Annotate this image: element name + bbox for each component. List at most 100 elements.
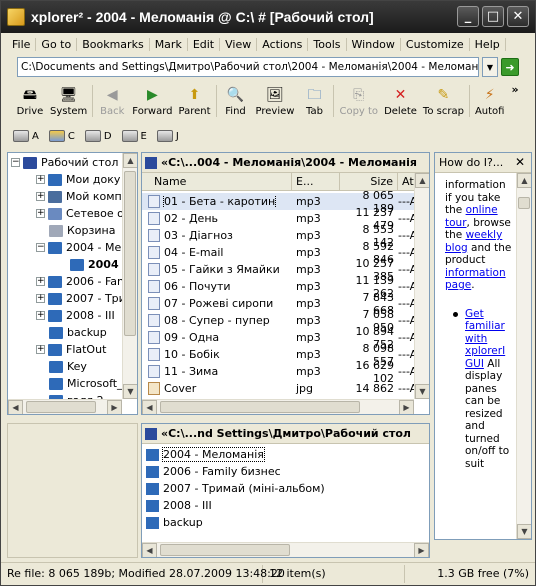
tree-item[interactable]: + 2006 - Fan	[36, 273, 124, 290]
drive-j-button[interactable]: J	[156, 130, 179, 142]
expand-icon[interactable]: +	[36, 192, 45, 201]
address-dropdown-icon[interactable]: ▼	[482, 57, 498, 77]
expand-icon[interactable]: +	[36, 311, 45, 320]
menu-bookmarks[interactable]: Bookmarks	[77, 37, 150, 51]
tab-button[interactable]: 🗀 Tab	[297, 83, 331, 117]
scroll-up-icon[interactable]: ▲	[415, 173, 429, 188]
autofilter-button[interactable]: ⚡ Autofi	[472, 83, 508, 117]
title-bar[interactable]: xplorer² - 2004 - Меломанія @ C:\ # [Раб…	[1, 1, 535, 33]
column-name[interactable]: Name	[142, 173, 292, 190]
scroll-thumb[interactable]	[518, 197, 530, 209]
expand-icon[interactable]: +	[36, 175, 45, 184]
toolbar-overflow-icon[interactable]: »	[511, 83, 518, 96]
menu-help[interactable]: Help	[470, 37, 506, 51]
collapse-icon[interactable]: −	[36, 243, 45, 252]
tree-item[interactable]: + FlatOut	[36, 341, 106, 358]
expand-icon[interactable]: +	[36, 294, 45, 303]
drive-d-button[interactable]: D	[84, 130, 112, 142]
menu-window[interactable]: Window	[347, 37, 401, 51]
address-input[interactable]: C:\Documents and Settings\Дмитро\Рабочий…	[17, 57, 479, 77]
status-free-space: 1.3 GB free (7%)	[437, 567, 529, 580]
second-pane-horizontal-scrollbar[interactable]: ◀ ▶	[142, 542, 429, 557]
file-row[interactable]: 11 - Зима mp3 16 629 102 ---A	[142, 359, 416, 385]
menu-file[interactable]: File	[7, 37, 37, 51]
find-button[interactable]: 🔍 Find	[219, 83, 253, 117]
tree-item[interactable]: + 2007 - Три	[36, 290, 126, 307]
menu-view[interactable]: View	[220, 37, 258, 51]
tree-item-desktop[interactable]: − Рабочий стол	[11, 154, 118, 171]
maximize-button[interactable]: □	[482, 6, 504, 27]
menu-tools[interactable]: Tools	[308, 37, 347, 51]
scroll-left-icon[interactable]: ◀	[8, 400, 23, 414]
menu-edit[interactable]: Edit	[188, 37, 221, 51]
scroll-down-icon[interactable]: ▼	[415, 384, 429, 399]
tree-item[interactable]: + Сетевое о	[36, 205, 124, 222]
delete-button[interactable]: ✕ Delete	[381, 83, 420, 117]
to-scrap-button[interactable]: ✎ To scrap	[420, 83, 467, 117]
tree-horizontal-scrollbar[interactable]: ◀ ▶	[8, 399, 122, 414]
help-vertical-scrollbar[interactable]: ▲ ▼	[516, 173, 531, 539]
tree-item[interactable]: Microsoft_	[49, 375, 123, 392]
drive-button[interactable]: 🖴 Drive	[13, 83, 47, 117]
folder-item[interactable]: 2006 - Family бизнес	[146, 463, 281, 480]
preview-button[interactable]: 🖼 Preview	[253, 83, 298, 117]
second-pane[interactable]: «C:\...nd Settings\Дмитро\Рабочий стол 2…	[141, 423, 430, 558]
drive-c-button[interactable]: C	[48, 130, 75, 142]
column-ext[interactable]: E...	[292, 173, 340, 190]
scroll-left-icon[interactable]: ◀	[142, 543, 157, 557]
tree-item[interactable]: + Мой комп	[36, 188, 122, 205]
menu-mark[interactable]: Mark	[150, 37, 188, 51]
scroll-right-icon[interactable]: ▶	[399, 400, 414, 414]
tree-vertical-scrollbar[interactable]: ▲ ▼	[122, 153, 137, 399]
tree-item[interactable]: Корзина	[49, 222, 115, 239]
back-button[interactable]: ◀ Back	[95, 83, 129, 117]
parent-button[interactable]: ⬆ Parent	[176, 83, 214, 117]
expand-icon[interactable]: +	[36, 345, 45, 354]
copy-to-button[interactable]: ⎘ Copy to	[336, 83, 381, 117]
column-size[interactable]: Size	[340, 173, 398, 190]
system-button[interactable]: 🖥 System	[47, 83, 90, 117]
tree-item[interactable]: + 2008 - III	[36, 307, 115, 324]
scroll-down-icon[interactable]: ▼	[517, 524, 531, 539]
forward-button[interactable]: ▶ Forward	[129, 83, 175, 117]
scroll-thumb[interactable]	[124, 171, 136, 336]
folder-item[interactable]: 2008 - III	[146, 497, 212, 514]
menu-go-to[interactable]: Go to	[36, 37, 78, 51]
tree-item[interactable]: − 2004 - Ме	[36, 239, 121, 256]
close-icon[interactable]: ✕	[515, 155, 525, 169]
close-button[interactable]: ✕	[507, 6, 529, 27]
scroll-thumb[interactable]	[26, 401, 96, 413]
help-header: How do I?... ✕	[435, 153, 531, 173]
file-list-pane[interactable]: «C:\...004 - Меломанія\2004 - Меломанія …	[141, 152, 430, 415]
scroll-up-icon[interactable]: ▲	[517, 173, 531, 188]
expand-icon[interactable]: +	[36, 277, 45, 286]
minimize-button[interactable]: _	[457, 6, 479, 27]
scroll-left-icon[interactable]: ◀	[142, 400, 157, 414]
tree-item[interactable]: Key	[49, 358, 87, 375]
scroll-thumb[interactable]	[160, 544, 290, 556]
go-arrow-icon[interactable]: ➜	[501, 58, 519, 76]
menu-actions[interactable]: Actions	[257, 37, 309, 51]
expand-icon[interactable]: +	[36, 209, 45, 218]
back-icon: ◀	[106, 87, 118, 103]
files-vertical-scrollbar[interactable]: ▲ ▼	[414, 173, 429, 399]
scroll-right-icon[interactable]: ▶	[414, 543, 429, 557]
folder-item[interactable]: 2004 - Меломанія	[146, 446, 265, 463]
folder-tree[interactable]: − Рабочий стол + Мои доку + Мой комп + С…	[7, 152, 138, 415]
tree-item-selected[interactable]: 2004	[70, 256, 119, 273]
scroll-up-icon[interactable]: ▲	[123, 153, 137, 168]
information-page-link[interactable]: information page	[445, 267, 506, 292]
folder-item[interactable]: 2007 - Тримай (міні-альбом)	[146, 480, 325, 497]
collapse-icon[interactable]: −	[11, 158, 20, 167]
menu-customize[interactable]: Customize	[401, 37, 470, 51]
file-row[interactable]: Cover jpg 14 862 ---A	[142, 380, 416, 397]
scroll-down-icon[interactable]: ▼	[123, 384, 137, 399]
drive-e-button[interactable]: E	[121, 130, 147, 142]
tree-item[interactable]: + Мои доку	[36, 171, 120, 188]
scroll-thumb[interactable]	[160, 401, 360, 413]
scroll-right-icon[interactable]: ▶	[107, 400, 122, 414]
files-horizontal-scrollbar[interactable]: ◀ ▶	[142, 399, 414, 414]
drive-a-button[interactable]: A	[13, 130, 39, 142]
tree-item[interactable]: backup	[49, 324, 107, 341]
folder-item[interactable]: backup	[146, 514, 203, 531]
